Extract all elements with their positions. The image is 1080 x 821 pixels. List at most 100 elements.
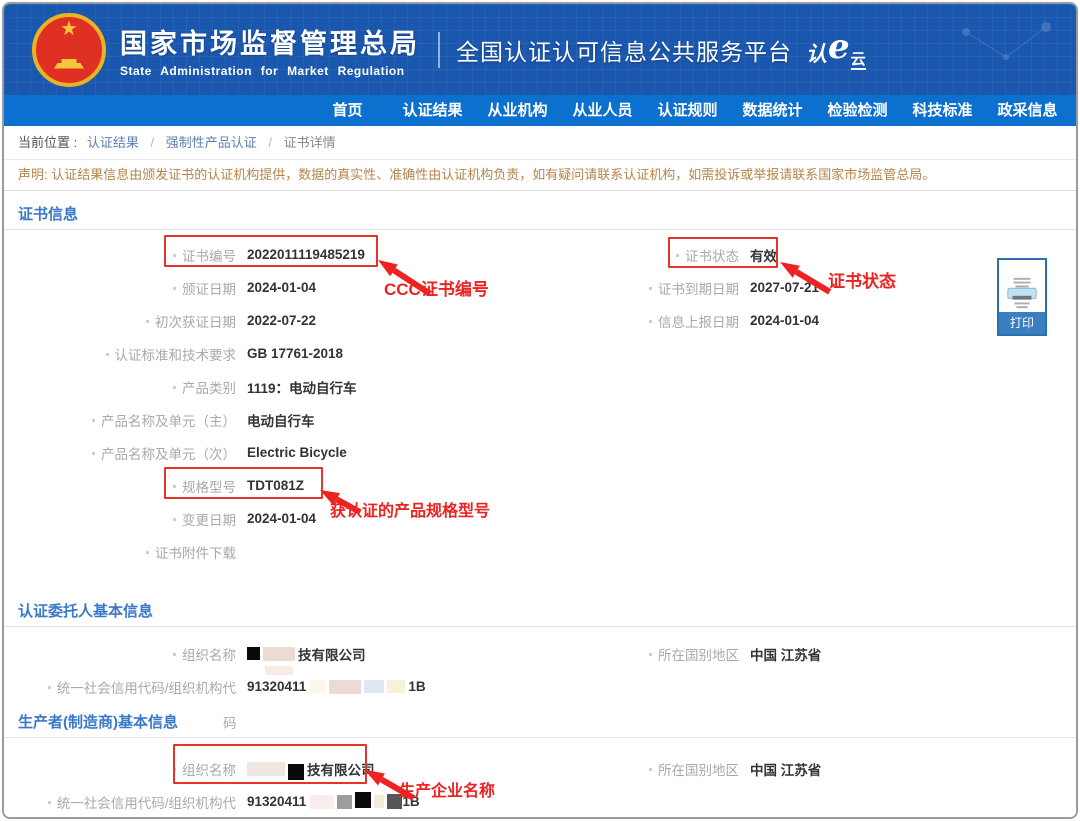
cert-left-column: 证书编号 2022011119485219 颁证日期 2024-01-04 初次获证… (4, 238, 604, 568)
certificate-detail-page: ★ 国家市场监督管理总局 State Administration for Ma… (2, 2, 1078, 819)
bullet-icon (676, 254, 679, 257)
redaction-block (364, 680, 384, 693)
field-row-cert-number: 证书编号 2022011119485219 (4, 238, 604, 271)
breadcrumb-link-cert-results[interactable]: 认证结果 (87, 135, 139, 150)
bullet-icon (173, 386, 176, 389)
nav-standards[interactable]: 科技标准 (900, 95, 985, 126)
producer-org-suffix: 技有限公司 (307, 759, 375, 779)
redaction-block (247, 762, 285, 776)
field-row-producer-org: 组织名称 技有限公司 (4, 752, 604, 785)
breadcrumb-separator: / (268, 135, 272, 150)
nav-cert-results[interactable]: 认证结果 (390, 95, 475, 126)
field-label: 组织名称 (182, 763, 236, 778)
certificate-content: 证书信息 证书编号2022011119485219 颁证日期2024-01-04… (4, 191, 1076, 819)
nav-home[interactable]: 首页 (305, 95, 390, 126)
field-row-producer-code: 统一社会信用代码/组织机构代 91320411 1B (4, 785, 604, 818)
applicant-left-column: 组织名称 技有限公司 统一社会信用代码/组织机构代 91320411 (4, 637, 604, 703)
printer-icon (1005, 276, 1039, 310)
field-row-product-name-main: 产品名称及单元（主）电动自行车 (4, 403, 604, 436)
nav-personnel[interactable]: 从业人员 (560, 95, 645, 126)
producer-region-value: 中国 江苏省 (750, 759, 821, 779)
field-label: 产品类别 (182, 381, 236, 396)
redaction-block (247, 647, 260, 660)
field-row-applicant-region: 所在国别地区中国 江苏省 (604, 637, 1076, 670)
expiry-date-value: 2027-07-21 (750, 280, 819, 295)
field-row-applicant-org: 组织名称 技有限公司 (4, 637, 604, 670)
field-label: 证书编号 (182, 249, 236, 264)
change-date-value: 2024-01-04 (247, 511, 316, 526)
field-row-producer-region: 所在国别地区中国 江苏省 (604, 752, 1076, 785)
redaction-block (310, 680, 326, 693)
bullet-icon (173, 254, 176, 257)
redaction-block (310, 795, 334, 809)
nav-inspection[interactable]: 检验检测 (815, 95, 900, 126)
producer-right-column: 所在国别地区中国 江苏省 (604, 752, 1076, 818)
ren-e-yun-logo: 认 e 云 (806, 30, 866, 70)
field-label: 统一社会信用代码/组织机构代 (57, 681, 236, 696)
field-label: 变更日期 (182, 513, 236, 528)
site-header: ★ 国家市场监督管理总局 State Administration for Ma… (4, 4, 1076, 95)
code-suffix: 1B (408, 679, 425, 694)
bullet-icon (173, 653, 176, 656)
redaction-block (387, 794, 402, 809)
code-suffix: 1B (402, 794, 419, 809)
agency-title-block: 国家市场监督管理总局 State Administration for Mark… (120, 22, 420, 78)
print-button-label: 打印 (999, 312, 1045, 334)
emblem-star-icon: ★ (60, 19, 78, 39)
bullet-icon (173, 518, 176, 521)
bullet-icon (173, 485, 176, 488)
bullet-icon (106, 353, 109, 356)
redaction-smudge (265, 666, 293, 675)
redaction-block (374, 795, 384, 808)
redaction-block (337, 795, 352, 809)
nav-cert-rules[interactable]: 认证规则 (645, 95, 730, 126)
nav-statistics[interactable]: 数据统计 (730, 95, 815, 126)
issue-date-value: 2024-01-04 (247, 280, 316, 295)
bullet-icon (173, 768, 176, 771)
redaction-block (288, 764, 304, 780)
field-row-change-date: 变更日期 2024-01-04 (4, 502, 604, 535)
field-row-applicant-code: 统一社会信用代码/组织机构代 91320411 1B (4, 670, 604, 703)
field-label: 产品名称及单元（主） (101, 414, 236, 429)
field-row-attachment-download: 证书附件下载 (4, 535, 604, 568)
applicant-region-value: 中国 江苏省 (750, 644, 821, 664)
field-label: 颁证日期 (182, 282, 236, 297)
attachment-download-label[interactable]: 证书附件下载 (155, 546, 236, 561)
applicant-org-value: 技有限公司 (247, 644, 366, 664)
field-label: 证书到期日期 (658, 282, 739, 297)
disclaimer-text: 声明: 认证结果信息由颁发证书的认证机构提供，数据的真实性、准确性由认证机构负责… (4, 160, 1076, 191)
breadcrumb-current: 证书详情 (284, 135, 336, 150)
breadcrumb-prefix: 当前位置 : (18, 135, 77, 150)
national-emblem-icon: ★ (32, 13, 106, 87)
report-date-value: 2024-01-04 (750, 313, 819, 328)
applicant-right-column: 所在国别地区中国 江苏省 (604, 637, 1076, 703)
applicant-org-suffix: 技有限公司 (298, 644, 366, 664)
bullet-icon (48, 801, 51, 804)
bullet-icon (48, 686, 51, 689)
code-prefix: 91320411 (247, 794, 306, 809)
bullet-icon (649, 320, 652, 323)
field-row-first-issue-date: 初次获证日期2022-07-22 (4, 304, 604, 337)
bullet-icon (146, 320, 149, 323)
breadcrumb-link-ccc[interactable]: 强制性产品认证 (166, 135, 257, 150)
applicant-code-value: 91320411 1B (247, 679, 426, 694)
logo-ren: 认 (806, 44, 827, 65)
section-title-producer: 生产者(制造商)基本信息 (4, 703, 1076, 738)
cert-number-value: 2022011119485219 (247, 247, 365, 262)
header-divider (438, 32, 440, 68)
standard-value: GB 17761-2018 (247, 346, 343, 361)
print-button[interactable]: 打印 (997, 258, 1047, 336)
redaction-block (263, 647, 295, 661)
field-label: 所在国别地区 (658, 648, 739, 663)
nav-institutions[interactable]: 从业机构 (475, 95, 560, 126)
nav-procurement[interactable]: 政采信息 (985, 95, 1070, 126)
header-decoration (946, 12, 1066, 82)
producer-org-value: 技有限公司 (247, 758, 375, 780)
platform-title: 全国认证认可信息公共服务平台 (456, 33, 792, 67)
bullet-icon (92, 452, 95, 455)
field-label: 所在国别地区 (658, 763, 739, 778)
first-issue-date-value: 2022-07-22 (247, 313, 316, 328)
field-label: 产品名称及单元（次） (101, 447, 236, 462)
code-prefix: 91320411 (247, 679, 306, 694)
emblem-gate-icon (54, 59, 84, 69)
